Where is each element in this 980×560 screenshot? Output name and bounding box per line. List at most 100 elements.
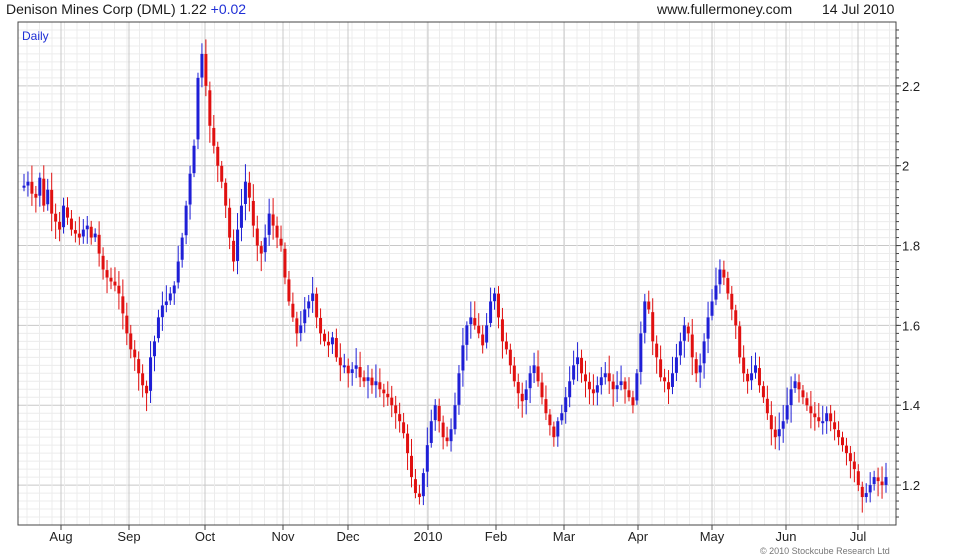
- candle-body: [299, 325, 303, 334]
- candle-body: [568, 381, 572, 398]
- candle-body: [152, 341, 156, 357]
- candle-body: [251, 200, 255, 226]
- candle-body: [216, 146, 220, 166]
- y-tick-label: 1.2: [902, 478, 920, 493]
- candle-body: [129, 333, 133, 350]
- candle-body: [342, 365, 346, 368]
- candle-body: [757, 368, 761, 386]
- candle-body: [406, 433, 410, 454]
- candle-body: [362, 377, 366, 382]
- candle-body: [773, 429, 777, 438]
- candle-body: [690, 334, 694, 358]
- candle-body: [295, 318, 299, 334]
- candle-body: [307, 301, 311, 309]
- candle-body: [228, 207, 232, 238]
- candle-body: [750, 373, 754, 381]
- candle-body: [121, 296, 125, 314]
- candle-body: [38, 177, 42, 196]
- candle-body: [323, 333, 327, 342]
- candle-body: [603, 373, 607, 378]
- candle-body: [659, 359, 663, 378]
- candle-body: [583, 374, 587, 382]
- candle-body: [734, 310, 738, 326]
- candle-body: [382, 389, 386, 394]
- chart-grid: [18, 21, 896, 526]
- candle-body: [540, 382, 544, 398]
- candle-body: [627, 390, 631, 398]
- candle-body: [97, 234, 101, 254]
- x-tick-label: Feb: [485, 529, 507, 544]
- candle-body: [81, 229, 85, 237]
- candle-body: [461, 345, 465, 371]
- candle-body: [884, 477, 888, 485]
- y-tick-label: 2: [902, 159, 909, 174]
- candle-body: [243, 181, 247, 204]
- candle-body: [232, 240, 236, 262]
- candle-body: [702, 341, 706, 364]
- candle-body: [694, 359, 698, 374]
- candle-body: [330, 337, 334, 345]
- x-tick-label: 2010: [414, 529, 443, 544]
- candle-body: [591, 389, 595, 394]
- price-chart: 1.2 1.4 1.6 1.8 2 2.2 Aug Sep Oct Nov Dec 2010 Feb Ma…: [17, 21, 920, 544]
- candle-body: [781, 421, 785, 429]
- candle-body: [880, 481, 884, 486]
- candle-body: [607, 373, 611, 382]
- candle-body: [263, 237, 267, 253]
- candle-body: [809, 406, 813, 414]
- candle-body: [714, 285, 718, 300]
- candle-body: [769, 415, 773, 430]
- x-tick-label: Sep: [117, 529, 140, 544]
- candle-body: [635, 373, 639, 401]
- candle-body: [188, 173, 192, 205]
- x-tick-label: Oct: [195, 529, 216, 544]
- candle-body: [42, 178, 46, 206]
- candle-body: [777, 429, 781, 437]
- candle-body: [663, 377, 667, 382]
- candle-body: [844, 445, 848, 454]
- y-tick-label: 1.6: [902, 318, 920, 333]
- candle-body: [441, 422, 445, 438]
- candle-body: [77, 233, 81, 238]
- candle-body: [358, 367, 362, 378]
- candle-body: [556, 421, 560, 437]
- candle-body: [271, 214, 275, 226]
- candle-body: [425, 445, 429, 472]
- candle-body: [477, 325, 481, 334]
- candle-body: [168, 293, 172, 301]
- candle-body: [192, 145, 196, 174]
- candle-body: [398, 414, 402, 422]
- candle-body: [765, 398, 769, 414]
- candle-body: [354, 365, 358, 369]
- candle-body: [93, 233, 97, 238]
- candle-body: [465, 325, 469, 345]
- candle-body: [204, 53, 208, 86]
- candle-body: [595, 385, 599, 393]
- candle-body: [350, 369, 354, 374]
- candle-body: [69, 218, 73, 230]
- candle-body: [117, 285, 121, 294]
- candle-body: [647, 301, 651, 310]
- candle-body: [504, 341, 508, 350]
- candle-body: [868, 485, 872, 493]
- candle-body: [184, 205, 188, 236]
- candle-body: [722, 269, 726, 278]
- copyright-notice: © 2010 Stockcube Research Ltd: [760, 546, 890, 556]
- candle-body: [524, 389, 528, 401]
- candle-body: [417, 493, 421, 498]
- x-tick-label: May: [700, 529, 725, 544]
- candle-body: [275, 225, 279, 238]
- candle-body: [520, 393, 524, 402]
- candle-body: [410, 455, 414, 478]
- candle-body: [813, 413, 817, 418]
- candle-body: [26, 181, 30, 186]
- candle-body: [50, 189, 54, 214]
- candle-body: [528, 373, 532, 389]
- candle-body: [421, 473, 425, 497]
- candle-body: [615, 385, 619, 390]
- x-tick-label: Apr: [628, 529, 649, 544]
- candle-body: [319, 318, 323, 334]
- candle-body: [718, 269, 722, 285]
- x-tick-label: Dec: [336, 529, 360, 544]
- candle-body: [46, 189, 50, 205]
